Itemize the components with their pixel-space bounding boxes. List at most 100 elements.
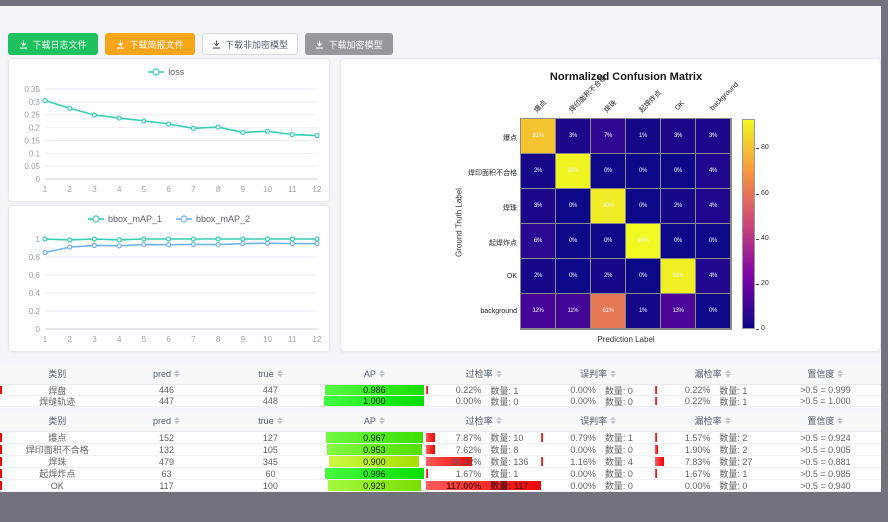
column-header-pred[interactable]: pred (115, 410, 219, 431)
sort-icon[interactable] (725, 370, 731, 377)
colorbar-tick (756, 329, 759, 330)
x-tick-label: 4 (117, 335, 122, 344)
sort-icon[interactable] (610, 370, 616, 377)
misjudge-cell: 0.79%数量: 1 (541, 432, 656, 443)
table-row-焊盘: 焊盘4464470.9860.22%数量: 10.00%数量: 00.22%数量… (0, 385, 881, 396)
confidence-cell: >0.5 = 0.881 (770, 456, 881, 467)
legend-item-loss[interactable]: loss (148, 67, 185, 77)
confidence-cell: >0.5 = 0.999 (770, 385, 881, 395)
sort-icon[interactable] (837, 417, 843, 424)
x-tick-label: 6 (166, 185, 171, 194)
overdetect-cell: 1.67%数量: 1 (426, 468, 541, 479)
data-point (68, 106, 72, 110)
sort-icon[interactable] (379, 417, 385, 424)
ap-bar: 0.953 (327, 444, 422, 455)
data-point (92, 243, 96, 247)
colorbar-tick (756, 194, 759, 195)
colorbar-tick-label: 60 (761, 190, 769, 197)
confidence-cell: >0.5 = 0.905 (770, 444, 881, 455)
cm-col-label: 爆点 (531, 98, 548, 115)
class-cell: 焊缝轨迹 (0, 396, 115, 406)
sort-icon[interactable] (277, 370, 283, 377)
pred-cell: 132 (115, 444, 219, 455)
colorbar-tick-label: 20 (761, 280, 769, 287)
sort-icon[interactable] (174, 370, 180, 377)
missdetect-cell: 1.67%数量: 1 (655, 468, 770, 479)
x-tick-label: 7 (191, 185, 196, 194)
column-header-置信度[interactable]: 置信度 (770, 410, 881, 431)
sort-icon[interactable] (725, 417, 731, 424)
y-tick-label: 0 (36, 325, 41, 334)
download-report-file-button[interactable]: 下载简报文件 (105, 33, 195, 55)
missdetect-cell: 0.00%数量: 0 (655, 480, 770, 491)
column-header-类别: 类别 (0, 410, 115, 431)
ap-bar: 0.900 (329, 456, 419, 467)
column-header-AP[interactable]: AP (322, 363, 426, 384)
legend-item-bbox_mAP_1[interactable]: bbox_mAP_1 (88, 214, 162, 224)
x-tick-label: 2 (68, 335, 73, 344)
download-log-file-button[interactable]: 下载日志文件 (8, 33, 98, 55)
pred-cell: 117 (115, 480, 219, 491)
page: 下载日志文件下载简报文件下载非加密模型下载加密模型 00.050.10.150.… (0, 6, 881, 492)
column-header-误判率[interactable]: 误判率 (541, 363, 656, 384)
sort-icon[interactable] (496, 370, 502, 377)
y-tick-label: 0.8 (29, 253, 41, 262)
download-icon (315, 40, 324, 49)
colorbar-tick (756, 239, 759, 240)
sort-icon[interactable] (610, 417, 616, 424)
colorbar (742, 119, 755, 329)
class-cell: OK (0, 480, 115, 491)
overdetect-cell: 7.87%数量: 10 (426, 432, 541, 443)
data-point (266, 129, 270, 133)
x-tick-label: 5 (142, 185, 147, 194)
legend-item-bbox_mAP_2[interactable]: bbox_mAP_2 (176, 214, 250, 224)
table-row-爆点: 爆点152127 0.9677.87%数量: 100.79%数量: 11.57%数… (0, 432, 881, 444)
data-point (117, 244, 121, 248)
ap-bar: 0.967 (326, 432, 423, 443)
column-header-置信度[interactable]: 置信度 (770, 363, 881, 384)
colorbar-tick (756, 148, 759, 149)
misjudge-cell: 0.00%数量: 0 (541, 444, 656, 455)
column-header-过检率[interactable]: 过检率 (426, 363, 541, 384)
true-cell: 105 (218, 444, 322, 455)
sort-icon[interactable] (277, 417, 283, 424)
column-header-AP[interactable]: AP (322, 410, 426, 431)
colorbar-tick (756, 284, 759, 285)
pred-cell: 152 (115, 432, 219, 443)
cm-row-label: 爆点 (341, 133, 517, 143)
class-cell: 爆点 (0, 432, 115, 443)
download-icon (116, 40, 125, 49)
sort-icon[interactable] (837, 370, 843, 377)
colorbar-tick-label: 40 (761, 235, 769, 242)
data-point (43, 237, 47, 241)
loss-chart: 00.050.10.150.20.250.30.3512345678910111… (9, 59, 331, 203)
download-encrypted-model-button[interactable]: 下载加密模型 (305, 33, 393, 55)
colorbar-tick-label: 0 (761, 325, 765, 332)
x-tick-label: 2 (68, 185, 73, 194)
misjudge-cell: 1.16%数量: 4 (541, 456, 656, 467)
true-cell: 127 (218, 432, 322, 443)
table-row-焊缝轨迹: 焊缝轨迹4474481.0000.00%数量: 00.00%数量: 00.22%… (0, 396, 881, 407)
ap-bar: 0.986 (325, 385, 424, 395)
sort-icon[interactable] (174, 417, 180, 424)
confidence-cell: >0.5 = 1.000 (770, 396, 881, 406)
column-header-类别: 类别 (0, 363, 115, 384)
column-header-漏检率[interactable]: 漏检率 (655, 410, 770, 431)
x-tick-label: 6 (166, 335, 171, 344)
column-header-pred[interactable]: pred (115, 363, 219, 384)
missdetect-cell: 1.57%数量: 2 (655, 432, 770, 443)
missdetect-cell: 1.90%数量: 2 (655, 444, 770, 455)
column-header-true[interactable]: true (218, 363, 322, 384)
data-point (142, 243, 146, 247)
column-header-漏检率[interactable]: 漏检率 (655, 363, 770, 384)
x-tick-label: 9 (241, 335, 246, 344)
sort-icon[interactable] (379, 370, 385, 377)
column-header-true[interactable]: true (218, 410, 322, 431)
download-unencrypted-model-button[interactable]: 下载非加密模型 (202, 33, 298, 55)
table-row-焊印面积不合格: 焊印面积不合格1321050.9537.62%数量: 80.00%数量: 01.… (0, 444, 881, 456)
cm-col-label: background (709, 81, 740, 112)
sort-icon[interactable] (496, 417, 502, 424)
column-header-误判率[interactable]: 误判率 (541, 410, 656, 431)
true-cell: 60 (218, 468, 322, 479)
column-header-过检率[interactable]: 过检率 (426, 410, 541, 431)
